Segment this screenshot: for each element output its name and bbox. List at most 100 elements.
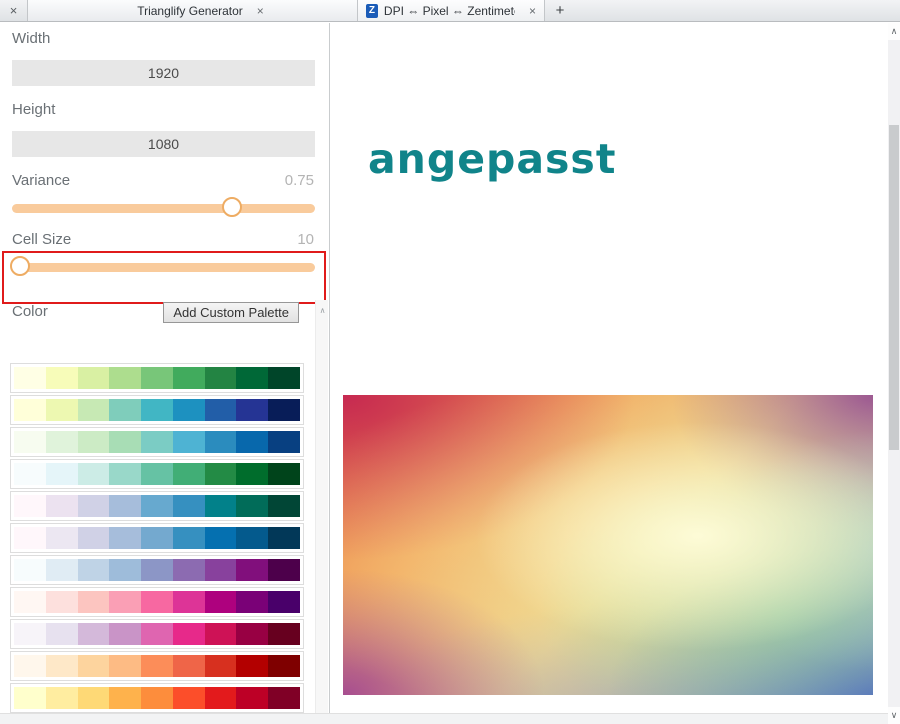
height-input[interactable]: 1080 <box>12 131 315 157</box>
palette-swatch <box>172 527 205 549</box>
palette-swatch <box>172 431 205 453</box>
page-scrollbar[interactable]: ∧ ∨ <box>888 23 900 724</box>
palette-swatch <box>141 527 173 549</box>
horizontal-scrollbar-track[interactable] <box>0 713 888 724</box>
palette-swatch <box>236 399 269 421</box>
palette-row-OrRd[interactable] <box>10 651 304 681</box>
palette-swatch <box>109 367 142 389</box>
palette-row-YlGn[interactable] <box>10 363 304 393</box>
palette-swatch <box>14 463 46 485</box>
palette-row-YlOrRd[interactable] <box>10 683 304 713</box>
palette-scrollbar[interactable]: ∧ <box>315 300 328 724</box>
app-window: × Trianglify Generator × Z DPI ⇔ Pixel ⇔… <box>0 0 900 724</box>
palette-row-RdPu[interactable] <box>10 587 304 617</box>
cellsize-slider[interactable] <box>10 256 315 278</box>
palette-swatch <box>268 559 301 581</box>
palette-swatch <box>141 623 173 645</box>
width-input[interactable]: 1920 <box>12 60 315 86</box>
palette-swatch <box>141 399 173 421</box>
palette-swatch <box>109 623 142 645</box>
scroll-down-icon[interactable]: ∨ <box>888 707 900 724</box>
palette-swatch <box>172 655 205 677</box>
palette-swatch <box>141 495 173 517</box>
palette-swatch <box>45 687 78 709</box>
scrollbar-thumb[interactable] <box>889 125 899 450</box>
palette-row-PuBu[interactable] <box>10 523 304 553</box>
tab-close-icon[interactable]: × <box>257 4 264 18</box>
palette-swatch <box>77 399 110 421</box>
palette-swatch <box>14 399 46 421</box>
palette-swatch <box>77 463 110 485</box>
variance-slider-thumb[interactable] <box>222 197 243 217</box>
palette-swatch <box>14 431 46 453</box>
palette-swatch <box>141 431 173 453</box>
palette-swatch <box>45 495 78 517</box>
scroll-up-icon[interactable]: ∧ <box>888 23 900 40</box>
variance-value: 0.75 <box>284 172 314 189</box>
tab-trianglify-generator[interactable]: Trianglify Generator × <box>28 0 358 21</box>
palette-swatch <box>204 367 237 389</box>
preview-pane: angepasst <box>331 23 888 724</box>
palette-swatch <box>109 559 142 581</box>
palette-swatch <box>45 431 78 453</box>
palette-swatch <box>172 367 205 389</box>
color-label: Color <box>12 303 48 320</box>
palette-swatch <box>109 591 142 613</box>
palette-swatch <box>204 591 237 613</box>
palette-swatch <box>77 495 110 517</box>
palette-swatch <box>109 431 142 453</box>
palette-row-GnBu[interactable] <box>10 427 304 457</box>
palette-swatch <box>109 527 142 549</box>
palette-swatch <box>204 527 237 549</box>
add-custom-palette-button[interactable]: Add Custom Palette <box>163 302 299 323</box>
variance-slider-track[interactable] <box>12 204 315 213</box>
variance-slider[interactable] <box>12 197 315 219</box>
palette-swatch <box>109 687 142 709</box>
palette-swatch <box>236 527 269 549</box>
palette-swatch <box>268 399 301 421</box>
palette-list <box>10 363 305 724</box>
palette-swatch <box>45 591 78 613</box>
width-label: Width <box>12 30 51 47</box>
palette-row-PuRd[interactable] <box>10 619 304 649</box>
cellsize-label: Cell Size <box>12 231 72 248</box>
palette-swatch <box>204 655 237 677</box>
palette-swatch <box>109 399 142 421</box>
palette-swatch <box>14 623 46 645</box>
variance-label: Variance <box>12 172 71 189</box>
palette-swatch <box>236 623 269 645</box>
palette-swatch <box>45 367 78 389</box>
gradient-preview-image <box>343 395 873 695</box>
palette-swatch <box>45 399 78 421</box>
palette-swatch <box>268 655 301 677</box>
palette-swatch <box>204 495 237 517</box>
cellsize-slider-track[interactable] <box>12 263 315 272</box>
palette-swatch <box>236 687 269 709</box>
palette-swatch <box>236 495 269 517</box>
palette-swatch <box>236 559 269 581</box>
tab-title: Trianglify Generator <box>137 3 243 18</box>
window-close-button[interactable]: × <box>0 0 28 21</box>
palette-swatch <box>204 431 237 453</box>
palette-swatch <box>77 687 110 709</box>
cellsize-slider-thumb[interactable] <box>10 256 31 276</box>
palette-swatch <box>77 655 110 677</box>
palette-scroll-up-icon[interactable]: ∧ <box>316 306 329 315</box>
palette-swatch <box>268 463 301 485</box>
palette-row-PuBuGn[interactable] <box>10 491 304 521</box>
palette-swatch <box>77 623 110 645</box>
palette-swatch <box>77 527 110 549</box>
palette-swatch <box>172 623 205 645</box>
palette-swatch <box>172 463 205 485</box>
palette-swatch <box>14 687 46 709</box>
palette-swatch <box>109 655 142 677</box>
palette-swatch <box>204 559 237 581</box>
palette-swatch <box>77 367 110 389</box>
palette-row-BuPu[interactable] <box>10 555 304 585</box>
palette-row-YlGnBu[interactable] <box>10 395 304 425</box>
palette-swatch <box>14 655 46 677</box>
palette-swatch <box>236 463 269 485</box>
palette-swatch <box>236 431 269 453</box>
palette-swatch <box>172 591 205 613</box>
palette-row-BuGn[interactable] <box>10 459 304 489</box>
